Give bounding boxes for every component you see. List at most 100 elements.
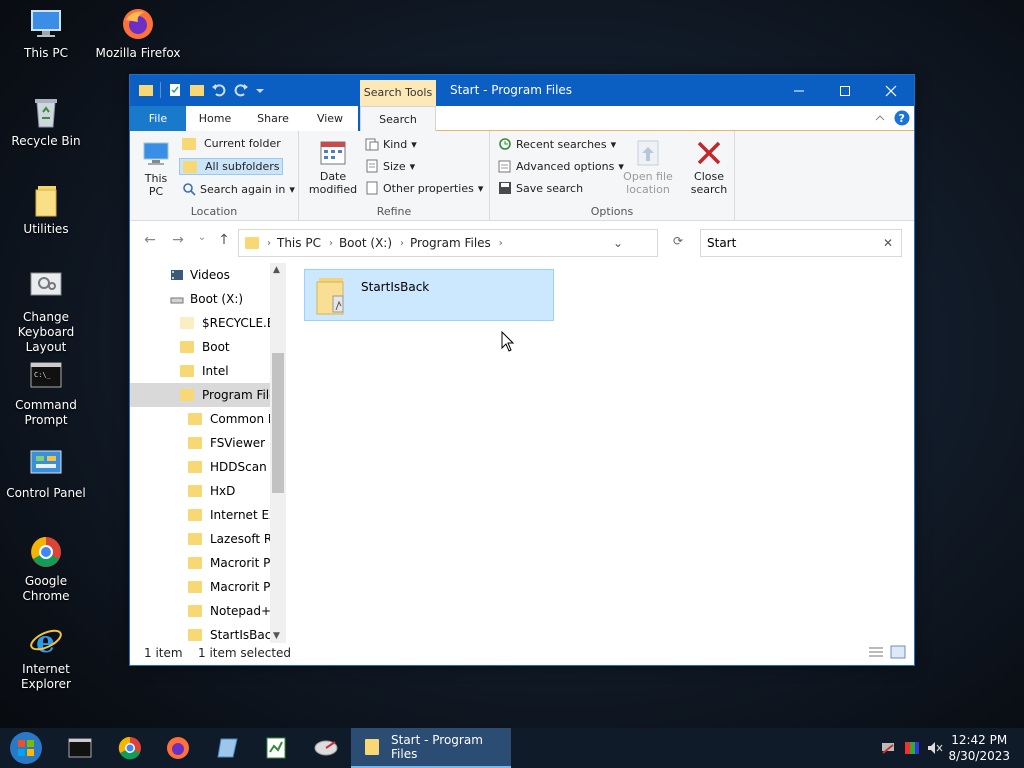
nav-item-hxd[interactable]: HxD (130, 479, 270, 503)
taskbar-app-3[interactable] (302, 728, 350, 768)
nav-item-macrorit-2[interactable]: Macrorit Pa (130, 575, 270, 599)
recent-searches-icon (499, 138, 511, 150)
desktop-icon-internet-explorer[interactable]: e Internet Explorer (0, 622, 92, 692)
taskbar-file-explorer[interactable]: Start - Program Files (351, 728, 511, 768)
desktop-icon-recycle-bin[interactable]: Recycle Bin (0, 94, 92, 149)
taskbar-firefox[interactable] (154, 728, 202, 768)
desktop-icon-change-keyboard[interactable]: Change Keyboard Layout (0, 270, 92, 355)
back-button[interactable]: ← (140, 232, 160, 252)
minimize-button[interactable] (776, 75, 822, 106)
details-view-icon[interactable] (868, 645, 884, 662)
desktop-icon-firefox[interactable]: Mozilla Firefox (92, 6, 184, 61)
volume-muted-icon[interactable] (926, 740, 944, 759)
breadcrumb-boot[interactable]: Boot (X:) (339, 236, 392, 250)
chevron-down-icon: ▾ (477, 181, 484, 195)
nav-item-lazesoft[interactable]: Lazesoft Rec (130, 527, 270, 551)
save-search-button[interactable]: Save search (498, 181, 583, 195)
breadcrumb-program-files[interactable]: Program Files (410, 236, 491, 250)
customize-qat-icon[interactable] (255, 82, 265, 98)
address-bar[interactable]: › This PC › Boot (X:) › Program Files › … (238, 229, 683, 257)
desktop-icon-control-panel[interactable]: Control Panel (0, 446, 92, 501)
folder-icon (188, 509, 202, 521)
nav-item-internet-explorer[interactable]: Internet Exp (130, 503, 270, 527)
tab-share[interactable]: Share (244, 106, 302, 131)
search-again-in-button[interactable]: Search again in ▾ (182, 182, 295, 196)
taskbar-app-1[interactable] (204, 728, 252, 768)
address-dropdown-icon[interactable]: ⌄ (613, 236, 623, 250)
navigation-pane-scrollbar[interactable]: ▲ ▼ (270, 263, 286, 643)
disk-tool-icon (314, 740, 338, 756)
desktop-icon-label: Internet Explorer (21, 662, 71, 691)
advanced-options-button[interactable]: Advanced options ▾ (498, 159, 624, 173)
close-button[interactable] (868, 75, 914, 106)
other-properties-button[interactable]: Other properties ▾ (365, 181, 483, 195)
all-subfolders-button[interactable]: All subfolders (179, 158, 284, 175)
taskbar-chrome[interactable] (106, 728, 154, 768)
tiles-view-icon[interactable] (890, 645, 906, 662)
desktop-icon-label: This PC (24, 46, 68, 60)
nav-item-recycle-bin-folder[interactable]: $RECYCLE.BIN (130, 311, 270, 335)
nav-item-boot-drive[interactable]: Boot (X:) (130, 287, 270, 311)
computer-icon (28, 6, 64, 42)
nav-item-common-files[interactable]: Common Fi (130, 407, 270, 431)
nav-item-intel[interactable]: Intel (130, 359, 270, 383)
maximize-button[interactable] (822, 75, 868, 106)
tab-home[interactable]: Home (186, 106, 244, 131)
forward-button[interactable]: → (168, 232, 188, 252)
desktop-icon-label: Recycle Bin (11, 134, 81, 148)
nav-item-macrorit-1[interactable]: Macrorit Pa (130, 551, 270, 575)
item-count: 1 item (144, 646, 183, 660)
nav-item-notepad-plus-plus[interactable]: Notepad++ (130, 599, 270, 623)
group-label: Refine (376, 205, 412, 218)
tab-view[interactable]: View (302, 106, 358, 131)
help-icon[interactable]: ? (894, 110, 910, 129)
properties-icon[interactable] (167, 82, 183, 98)
desktop-icon-chrome[interactable]: Google Chrome (0, 534, 92, 604)
desktop-icon-utilities[interactable]: Utilities (0, 182, 92, 237)
nav-item-hddscan[interactable]: HDDScan (130, 455, 270, 479)
clear-search-icon[interactable]: ✕ (883, 230, 893, 256)
breadcrumb-this-pc[interactable]: This PC (277, 236, 321, 250)
network-icon[interactable] (880, 740, 896, 759)
refresh-button[interactable]: ⟳ (663, 234, 693, 258)
collapse-ribbon-icon[interactable] (874, 112, 886, 127)
nav-item-startisback[interactable]: StartIsBack (130, 623, 270, 643)
folder-icon (188, 413, 202, 425)
undo-icon[interactable] (211, 82, 227, 98)
tab-file[interactable]: File (130, 106, 186, 131)
up-button[interactable]: ↑ (214, 232, 234, 252)
size-button[interactable]: Size ▾ (365, 159, 415, 173)
nav-item-fsviewer[interactable]: FSViewer (130, 431, 270, 455)
search-input[interactable]: Start ✕ (700, 229, 902, 257)
nav-item-videos[interactable]: Videos (130, 263, 270, 287)
start-button[interactable] (2, 728, 50, 768)
chevron-right-icon: › (267, 237, 271, 249)
redo-icon[interactable] (233, 82, 249, 98)
nav-item-program-files[interactable]: Program Files (130, 383, 270, 407)
this-pc-button[interactable]: This PC (138, 139, 174, 198)
current-folder-button[interactable]: Current folder (182, 137, 281, 150)
tab-search[interactable]: Search (360, 106, 436, 131)
recent-searches-button[interactable]: Recent searches ▾ (498, 137, 616, 151)
recent-locations-button[interactable]: ⌄ (192, 232, 212, 252)
nav-item-boot[interactable]: Boot (130, 335, 270, 359)
video-icon (171, 270, 183, 280)
open-file-location-button[interactable]: Open file location (620, 139, 676, 196)
desktop-icon-label: Control Panel (6, 486, 86, 500)
refine-group: Date modified Kind ▾ Size ▾ Other proper… (299, 131, 490, 221)
new-folder-icon[interactable] (189, 82, 205, 98)
search-result-item[interactable]: StartIsBack (304, 269, 554, 321)
scroll-down-icon[interactable]: ▼ (273, 631, 280, 641)
scroll-up-icon[interactable]: ▲ (273, 265, 280, 275)
kind-button[interactable]: Kind ▾ (365, 137, 417, 151)
clock[interactable]: 12:42 PM 8/30/2023 (948, 732, 1010, 764)
display-icon[interactable] (904, 740, 920, 759)
taskbar-command-prompt[interactable] (56, 728, 104, 768)
desktop-icon-this-pc[interactable]: This PC (0, 6, 92, 61)
date-modified-button[interactable]: Date modified (303, 139, 363, 196)
desktop-icon-command-prompt[interactable]: C:\_ Command Prompt (0, 358, 92, 428)
title-bar[interactable]: Search Tools Start - Program Files (130, 75, 914, 106)
scrollbar-thumb[interactable] (272, 353, 284, 493)
taskbar-app-2[interactable] (252, 728, 300, 768)
close-search-button[interactable]: Close search (683, 139, 735, 196)
